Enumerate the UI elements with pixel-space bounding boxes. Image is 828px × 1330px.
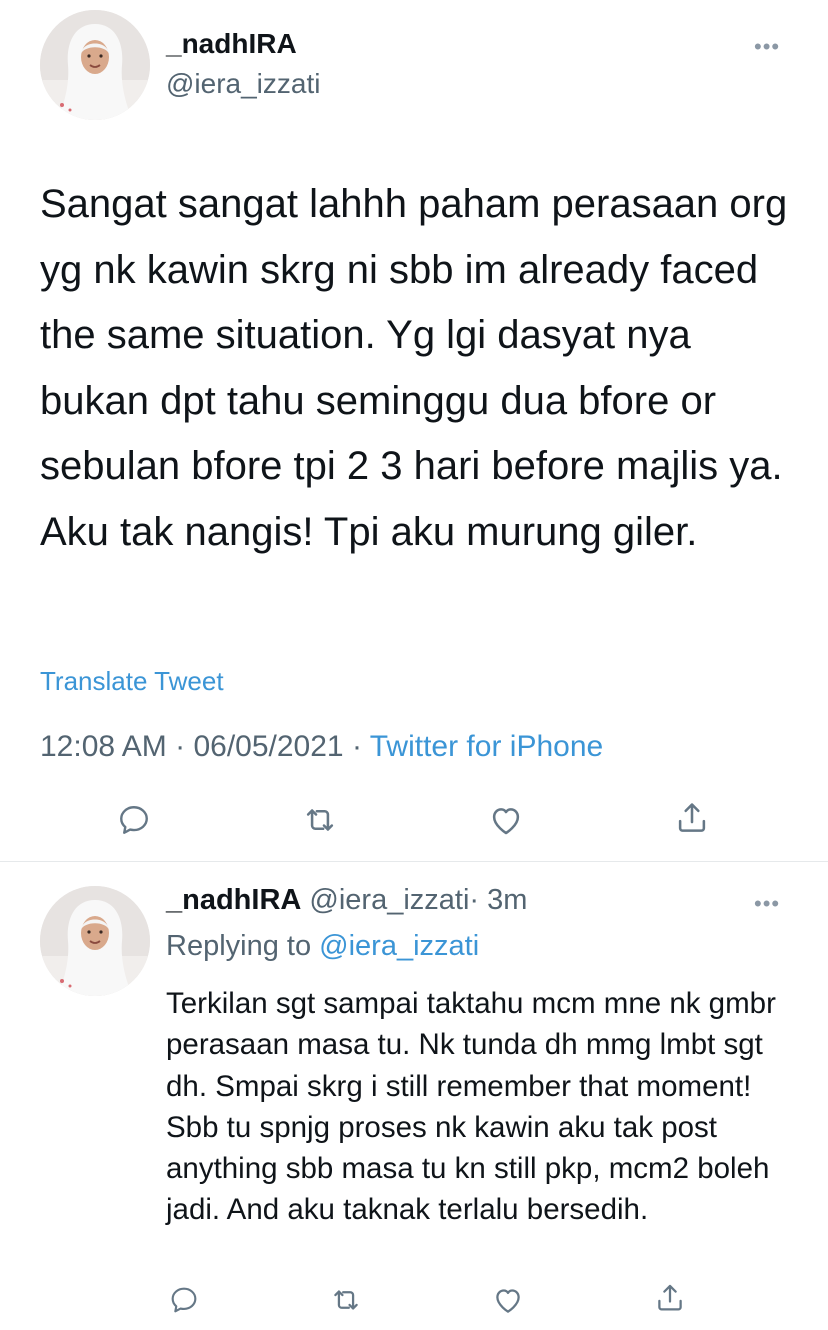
reply-share-button[interactable] [650,1278,690,1318]
translate-tweet-link[interactable]: Translate Tweet [40,666,224,697]
reply-more-options-icon[interactable]: ••• [754,893,780,915]
reply-reply-button[interactable] [164,1280,204,1320]
reply-header: _nadhIRA @iera_izzati· 3m [166,884,527,917]
reply-display-name[interactable]: _nadhIRA [166,884,301,916]
more-options-icon[interactable]: ••• [754,36,780,58]
meta-separator: · [469,884,480,916]
replying-to-handle-link[interactable]: @iera_izzati [319,930,479,962]
reply-icon [120,806,148,834]
share-icon [678,803,706,832]
user-handle[interactable]: @iera_izzati [166,68,320,100]
share-icon [658,1284,682,1311]
replying-prefix: Replying to [166,930,312,962]
reply-age: 3m [487,884,528,916]
reply-avatar[interactable] [40,886,150,996]
retweet-icon [334,1290,358,1310]
divider [0,861,828,862]
tweet-source-link[interactable]: Twitter for iPhone [370,730,603,763]
share-button[interactable] [670,796,714,840]
reply-button[interactable] [112,798,156,842]
meta-separator: · [175,730,186,763]
tweet-time: 12:08 AM [40,730,167,763]
avatar-image [40,10,150,120]
reply-retweet-button[interactable] [326,1280,366,1320]
like-icon [492,808,520,835]
reply-like-button[interactable] [488,1280,528,1320]
tweet-date: 06/05/2021 [193,730,344,763]
tweet-text: Sangat sangat lahhh paham perasaan org y… [40,182,788,554]
reply-tweet-text: Terkilan sgt sampai taktahu mcm mne nk g… [166,987,776,1227]
retweet-button[interactable] [298,798,342,842]
like-icon [496,1289,520,1313]
meta-separator: · [351,730,362,763]
display-name[interactable]: _nadhIRA [166,28,297,60]
like-button[interactable] [484,798,528,842]
tweet-metadata: 12:08 AM · 06/05/2021 · Twitter for iPho… [40,730,603,764]
avatar-image [40,886,150,996]
avatar[interactable] [40,10,150,120]
reply-icon [171,1287,197,1313]
retweet-icon [306,809,334,831]
replying-to: Replying to @iera_izzati [166,930,479,963]
reply-handle[interactable]: @iera_izzati [309,884,469,916]
